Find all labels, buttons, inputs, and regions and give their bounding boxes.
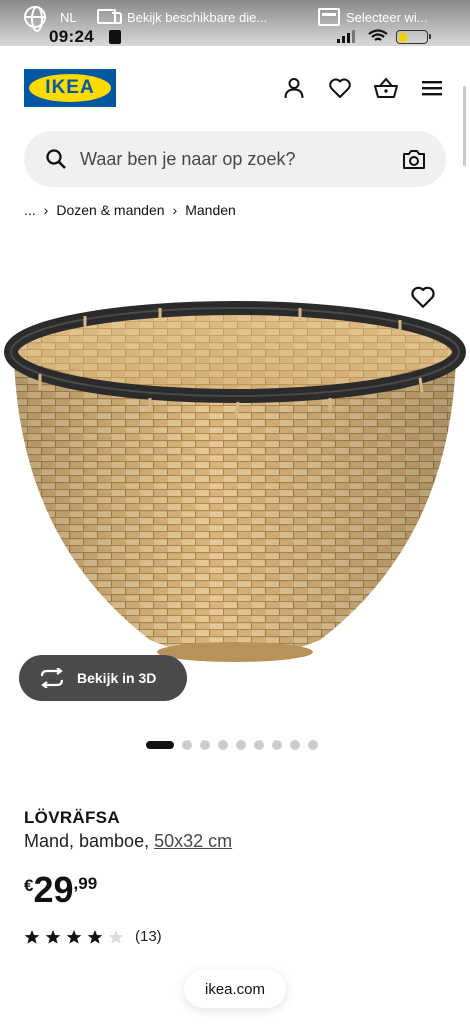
site-header: IKEA xyxy=(24,68,446,108)
carousel-dot-active[interactable] xyxy=(146,741,174,749)
star-filled-icon xyxy=(66,929,82,944)
product-image[interactable] xyxy=(0,280,470,680)
price-decimal: ,99 xyxy=(73,874,98,893)
menu-icon[interactable] xyxy=(418,74,446,102)
language-label: NL xyxy=(60,9,77,25)
breadcrumb-separator: › xyxy=(172,202,178,218)
user-icon[interactable] xyxy=(280,74,308,102)
view-in-3d-button[interactable]: Bekijk in 3D xyxy=(19,655,187,701)
search-input[interactable] xyxy=(80,131,380,187)
heart-icon xyxy=(411,286,435,308)
delivery-notification[interactable]: Bekijk beschikbare die... xyxy=(97,6,267,28)
carousel-dot[interactable] xyxy=(308,740,318,750)
breadcrumb-item-boxes-baskets[interactable]: Dozen & manden xyxy=(56,202,164,218)
view-in-3d-label: Bekijk in 3D xyxy=(77,670,157,686)
delivery-notification-text: Bekijk beschikbare die... xyxy=(127,9,268,25)
scrollbar[interactable] xyxy=(463,86,466,166)
breadcrumb-item-baskets[interactable]: Manden xyxy=(185,202,236,218)
store-icon xyxy=(318,8,340,26)
breadcrumb-separator: › xyxy=(43,202,49,218)
truck-icon xyxy=(97,9,122,25)
product-price: € 29 ,99 xyxy=(24,872,97,908)
star-empty-icon xyxy=(108,929,124,944)
camera-search-icon[interactable] xyxy=(402,148,426,170)
favourite-button[interactable] xyxy=(409,284,437,315)
rating-count: (13) xyxy=(135,928,162,945)
carousel-dot[interactable] xyxy=(182,740,192,750)
store-notification-text: Selecteer wi... xyxy=(346,9,428,25)
product-description-text: Mand, bamboe, xyxy=(24,831,150,851)
basket-icon[interactable] xyxy=(372,74,400,102)
store-notification[interactable]: Selecteer wi... xyxy=(318,6,428,28)
carousel-dot[interactable] xyxy=(218,740,228,750)
rotate-3d-icon xyxy=(40,668,64,688)
product-size-link[interactable]: 50x32 cm xyxy=(154,831,232,851)
url-text: ikea.com xyxy=(204,980,266,998)
star-filled-icon xyxy=(87,929,103,944)
battery-level xyxy=(398,32,407,42)
ikea-logo[interactable]: IKEA xyxy=(24,69,116,107)
search-bar xyxy=(24,131,446,187)
lock-icon xyxy=(109,30,121,44)
carousel-dot[interactable] xyxy=(200,740,210,750)
price-currency: € xyxy=(24,876,34,895)
product-name: LÖVRÄFSA xyxy=(24,808,120,827)
clock: 09:24 xyxy=(49,27,94,46)
carousel-dot[interactable] xyxy=(272,740,282,750)
browser-url-bar[interactable]: ikea.com xyxy=(184,970,286,1008)
breadcrumb-ellipsis[interactable]: ... xyxy=(24,202,36,218)
logo-text: IKEA xyxy=(45,77,95,98)
wifi-icon xyxy=(368,29,388,41)
product-description: Mand, bamboe, 50x32 cm xyxy=(24,831,232,852)
star-filled-icon xyxy=(24,929,40,944)
price-integer: 29 xyxy=(33,869,74,910)
breadcrumb: ... › Dozen & manden › Manden xyxy=(24,202,236,218)
battery-icon xyxy=(396,30,431,44)
heart-icon[interactable] xyxy=(326,74,354,102)
globe-icon xyxy=(24,6,46,32)
search-icon[interactable] xyxy=(44,147,68,171)
carousel-dot[interactable] xyxy=(254,740,264,750)
carousel-dot[interactable] xyxy=(290,740,300,750)
carousel-dot[interactable] xyxy=(236,740,246,750)
rating-stars xyxy=(24,929,124,945)
star-filled-icon xyxy=(45,929,61,944)
status-bar: NL Bekijk beschikbare die... Selecteer w… xyxy=(0,0,470,46)
signal-icon xyxy=(337,30,355,43)
product-rating[interactable]: (13) xyxy=(24,928,162,945)
image-carousel-indicator xyxy=(146,740,318,750)
